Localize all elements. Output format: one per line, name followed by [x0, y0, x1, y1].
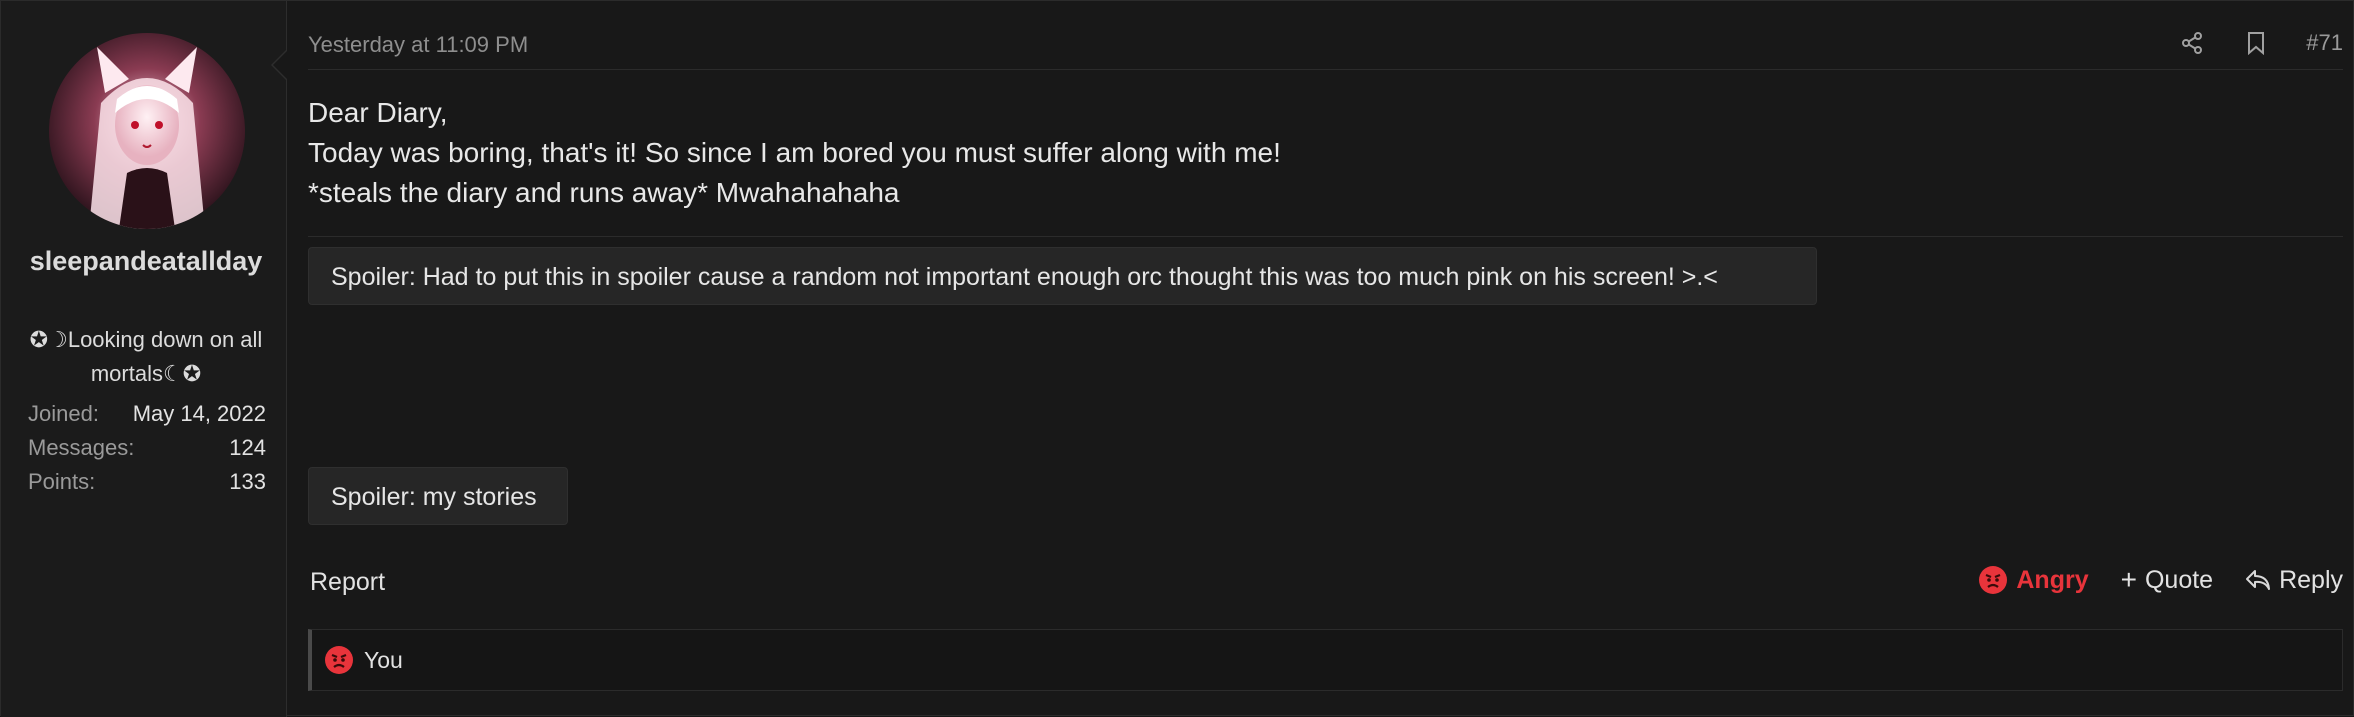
reply-icon [2246, 570, 2271, 590]
report-link[interactable]: Report [310, 568, 385, 597]
plus-icon: + [2120, 564, 2137, 595]
body-line: Today was boring, that's it! So since I … [308, 137, 1281, 168]
stat-label: Messages: [28, 435, 135, 460]
user-title: ✪☽Looking down on all mortals☾✪ [29, 327, 263, 386]
message-post: sleepandeatallday ✪☽Looking down on all … [0, 0, 2354, 717]
spoiler-button[interactable]: Spoiler: Had to put this in spoiler caus… [308, 247, 1817, 305]
user-cell-arrow-inner [273, 50, 288, 80]
user-stats: Joined: May 14, 2022 Messages: 124 Point… [28, 397, 266, 499]
post-timestamp[interactable]: Yesterday at 11:09 PM [308, 32, 528, 58]
footer-actions: Angry + Quote Reply [1978, 565, 2343, 595]
message-footer: Report Angry + Quote Reply [308, 565, 2343, 605]
header-actions: #71 [2178, 29, 2343, 57]
message-header: Yesterday at 11:09 PM #71 [308, 29, 2343, 70]
stat-value[interactable]: 124 [229, 431, 266, 465]
spoiler-button[interactable]: Spoiler: my stories [308, 467, 568, 525]
body-line: *steals the diary and runs away* Mwahaha… [308, 177, 900, 208]
bookmark-icon[interactable] [2242, 29, 2270, 57]
quote-button[interactable]: + Quote [2121, 566, 2213, 595]
reaction-summary[interactable]: You [364, 647, 403, 674]
reply-button[interactable]: Reply [2245, 566, 2343, 595]
quote-label: Quote [2144, 565, 2214, 594]
reaction-label: Angry [2016, 565, 2089, 594]
avatar[interactable] [49, 33, 245, 229]
user-info-cell: sleepandeatallday ✪☽Looking down on all … [1, 1, 287, 717]
message-body: Dear Diary, Today was boring, that's it!… [308, 93, 2208, 213]
angry-face-icon [1979, 566, 2008, 594]
body-line: Dear Diary, [308, 97, 448, 128]
stat-value: May 14, 2022 [132, 401, 266, 426]
post-number[interactable]: #71 [2306, 30, 2343, 56]
share-icon[interactable] [2178, 29, 2206, 57]
divider [308, 236, 2343, 237]
stat-label: Joined: [28, 401, 99, 426]
reactions-bar[interactable]: You [308, 629, 2343, 691]
stat-label: Points: [28, 469, 96, 494]
angry-face-icon [325, 646, 353, 674]
reaction-button[interactable]: Angry [1978, 565, 2089, 595]
username[interactable]: sleepandeatallday [21, 241, 271, 281]
reply-label: Reply [2279, 565, 2343, 594]
stat-messages: Messages: 124 [28, 431, 266, 465]
stat-joined: Joined: May 14, 2022 [28, 397, 266, 431]
stat-value[interactable]: 133 [229, 465, 266, 499]
message-main: Yesterday at 11:09 PM #71 Dear Diary, To… [288, 1, 2353, 717]
stat-points: Points: 133 [28, 465, 266, 499]
